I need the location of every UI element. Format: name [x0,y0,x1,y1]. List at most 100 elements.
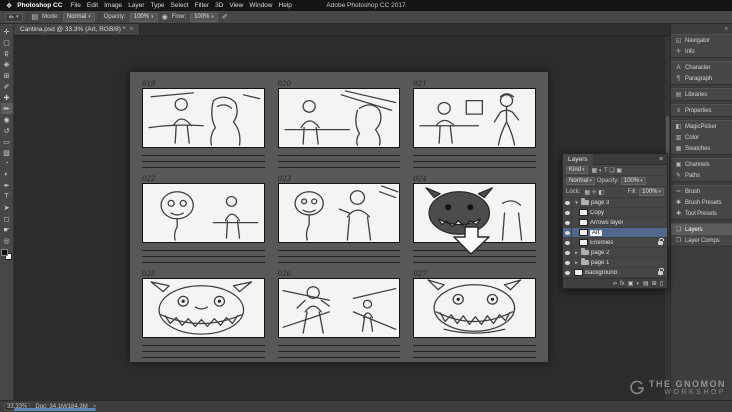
tab-close-icon[interactable]: × [129,26,133,33]
storyboard-frame[interactable] [413,278,536,338]
hand-tool[interactable]: ☛ [1,224,13,235]
layer-row-background[interactable]: Background [563,267,667,278]
healing-brush-tool[interactable]: ✚ [1,92,13,103]
fill-select[interactable]: 100% ▾ [639,188,664,196]
horizontal-scrollbar-thumb[interactable] [14,408,96,411]
dock-item-channels[interactable]: ▣ Channels [671,159,732,170]
chevron-right-icon[interactable]: ▸ [574,260,579,266]
dock-item-character[interactable]: A Character [671,62,732,73]
menu-select[interactable]: Select [168,2,192,9]
layer-mask-icon[interactable]: ▣ [628,280,634,287]
layer-effects-icon[interactable]: fx [620,281,625,287]
opacity-select[interactable]: 100% ▾ [129,12,158,22]
visibility-toggle[interactable] [563,228,572,237]
document-tab[interactable]: Cantina.psd @ 33.3% (Art, RGB/8) * × [14,23,141,35]
link-layers-icon[interactable]: ∞ [613,281,617,287]
blur-tool[interactable]: ◔ [1,158,13,169]
tool-preset-picker[interactable]: ✏ ▾ [5,12,23,22]
menu-type[interactable]: Type [147,2,167,9]
mode-select[interactable]: Normal ▾ [62,12,95,22]
quick-selection-tool[interactable]: ❋ [1,59,13,70]
dock-item-magicpicker[interactable]: ◧ MagicPicker [671,121,732,132]
flow-select[interactable]: 100% ▾ [190,12,218,22]
layer-row-copy[interactable]: Copy [563,208,667,218]
layer-row-art[interactable]: Art [563,228,667,238]
menu-window[interactable]: Window [246,2,275,9]
storyboard-frame[interactable] [142,88,265,148]
apple-menu-icon[interactable]: ❖ [6,2,12,10]
type-tool[interactable]: T [1,191,13,202]
visibility-toggle[interactable] [563,198,572,207]
layer-row-page-2[interactable]: ▸ page 2 [563,248,667,258]
dock-item-paragraph[interactable]: ¶ Paragraph [671,73,732,84]
filter-type-icons[interactable]: ▦ ◐ T ❏ ▣ [592,167,622,174]
pen-tool[interactable]: ✒ [1,180,13,191]
menu-view[interactable]: View [226,2,246,9]
new-layer-icon[interactable]: ⊞ [652,280,657,287]
dock-item-navigator[interactable]: ◱ Navigator [671,35,732,46]
layers-tab[interactable]: Layers [563,153,593,165]
marquee-tool[interactable]: ▢ [1,37,13,48]
dock-item-brush-presets[interactable]: ✱ Brush Presets [671,197,732,208]
gradient-tool[interactable]: ▧ [1,147,13,158]
chevron-right-icon[interactable]: ▸ [574,250,579,256]
menu-image[interactable]: Image [101,2,125,9]
dock-item-properties[interactable]: ≡ Properties [671,105,732,116]
lasso-tool[interactable]: ϱ [1,48,13,59]
brush-tool[interactable]: ✏ [0,103,13,114]
collapse-dock-icon[interactable]: « [671,26,732,34]
dock-item-tool-presets[interactable]: ✚ Tool Presets [671,208,732,219]
menu-layer[interactable]: Layer [125,2,147,9]
layer-row-enemies[interactable]: Enemies [563,237,667,248]
new-group-icon[interactable]: ▤ [643,280,649,287]
layer-opacity-select[interactable]: 100% ▾ [620,177,646,185]
layer-row-page-3[interactable]: ▾ page 3 [563,198,667,208]
lock-icons[interactable]: ▦ ✛ ◧ [584,189,604,196]
storyboard-frame[interactable] [142,278,265,338]
visibility-toggle[interactable] [563,268,572,277]
filter-kind-select[interactable]: Kind ▾ [566,166,588,174]
path-selection-tool[interactable]: ➤ [1,202,13,213]
dock-item-color[interactable]: ▥ Color [671,132,732,143]
visibility-toggle[interactable] [563,258,572,267]
dock-item-info[interactable]: ✛ Info [671,46,732,57]
eraser-tool[interactable]: ▭ [1,136,13,147]
crop-tool[interactable]: ⊞ [1,70,13,81]
adjustment-layer-icon[interactable]: ◐ [636,281,640,287]
layer-row-arrows-layer[interactable]: Arrows layer [563,218,667,228]
storyboard-frame[interactable] [413,88,536,148]
storyboard-frame[interactable] [413,183,536,243]
eyedropper-tool[interactable]: ✐ [1,81,13,92]
delete-layer-icon[interactable]: ▯ [660,280,663,287]
menu-filter[interactable]: Filter [192,2,212,9]
artboard[interactable]: 019 020 021 022 023 024 025 026 027 [130,72,548,362]
storyboard-frame[interactable] [277,183,401,243]
airbrush-icon[interactable]: ✐ [222,13,228,21]
visibility-toggle[interactable] [563,208,572,217]
zoom-tool[interactable]: ◎ [1,235,13,246]
panel-menu-icon[interactable]: ≡ [655,156,667,163]
dock-item-paths[interactable]: ✎ Paths [671,170,732,181]
dock-item-swatches[interactable]: ▦ Swatches [671,143,732,154]
chevron-down-icon[interactable]: ▾ [574,200,579,206]
app-menu[interactable]: Photoshop CC [17,2,62,9]
visibility-toggle[interactable] [563,248,572,257]
dock-item-brush[interactable]: ✑ Brush [671,186,732,197]
visibility-toggle[interactable] [563,218,572,227]
pen-pressure-icon[interactable]: ◉ [162,13,168,21]
dodge-tool[interactable]: ◐ [1,169,13,180]
color-swatches[interactable] [1,249,12,260]
menu-file[interactable]: File [67,2,83,9]
storyboard-frame[interactable] [277,88,401,148]
layer-row-page-1[interactable]: ▸ page 1 [563,258,667,268]
clone-stamp-tool[interactable]: ◉ [1,114,13,125]
move-tool[interactable]: ✛ [1,26,13,37]
storyboard-frame[interactable] [142,183,265,243]
dock-item-libraries[interactable]: ▤ Libraries [671,89,732,100]
dock-item-layer-comps[interactable]: ❐ Layer Comps [671,235,732,246]
blend-mode-select[interactable]: Normal ▾ [566,177,595,185]
foreground-color-swatch[interactable] [1,249,8,256]
dock-item-layers[interactable]: ❏ Layers [671,224,732,235]
menu-edit[interactable]: Edit [84,2,101,9]
shape-tool[interactable]: ◻ [1,213,13,224]
